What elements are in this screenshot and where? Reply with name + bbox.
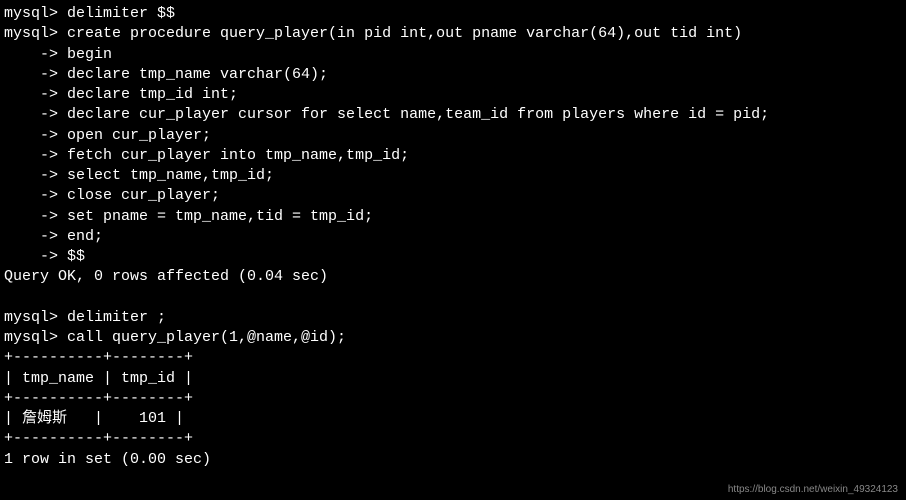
table-row: | 詹姆斯 | 101 | (4, 409, 906, 429)
cont-prompt: -> (4, 66, 67, 83)
prompt: mysql> (4, 5, 67, 22)
terminal-line[interactable]: -> fetch cur_player into tmp_name,tmp_id… (4, 146, 906, 166)
terminal-line[interactable]: -> begin (4, 45, 906, 65)
prompt: mysql> (4, 25, 67, 42)
command-text: declare tmp_name varchar(64); (67, 66, 328, 83)
terminal-line[interactable]: -> set pname = tmp_name,tid = tmp_id; (4, 207, 906, 227)
cont-prompt: -> (4, 248, 67, 265)
command-text: declare tmp_id int; (67, 86, 238, 103)
cont-prompt: -> (4, 147, 67, 164)
query-ok: Query OK, 0 rows affected (0.04 sec) (4, 268, 328, 285)
command-text: close cur_player; (67, 187, 220, 204)
watermark: https://blog.csdn.net/weixin_49324123 (728, 483, 898, 497)
terminal-line[interactable]: -> $$ (4, 247, 906, 267)
cont-prompt: -> (4, 167, 67, 184)
prompt: mysql> (4, 309, 67, 326)
command-text: fetch cur_player into tmp_name,tmp_id; (67, 147, 409, 164)
table-header: | tmp_name | tmp_id | (4, 369, 906, 389)
prompt: mysql> (4, 329, 67, 346)
command-text: create procedure query_player(in pid int… (67, 25, 742, 42)
command-text: declare cur_player cursor for select nam… (67, 106, 769, 123)
terminal-line[interactable]: mysql> delimiter $$ (4, 4, 906, 24)
cont-prompt: -> (4, 86, 67, 103)
cont-prompt: -> (4, 208, 67, 225)
table-border: +----------+--------+ (4, 348, 906, 368)
result-line: Query OK, 0 rows affected (0.04 sec) (4, 267, 906, 287)
terminal-line[interactable]: -> declare tmp_name varchar(64); (4, 65, 906, 85)
command-text: set pname = tmp_name,tid = tmp_id; (67, 208, 373, 225)
command-text: begin (67, 46, 112, 63)
cont-prompt: -> (4, 106, 67, 123)
command-text: delimiter ; (67, 309, 166, 326)
terminal-line[interactable]: -> declare tmp_id int; (4, 85, 906, 105)
command-text: delimiter $$ (67, 5, 175, 22)
terminal-line[interactable]: mysql> delimiter ; (4, 308, 906, 328)
command-text: end; (67, 228, 103, 245)
cont-prompt: -> (4, 228, 67, 245)
cont-prompt: -> (4, 127, 67, 144)
row-count: 1 row in set (0.00 sec) (4, 450, 906, 470)
table-border: +----------+--------+ (4, 429, 906, 449)
terminal-line[interactable]: -> close cur_player; (4, 186, 906, 206)
table-border: +----------+--------+ (4, 389, 906, 409)
terminal-line[interactable]: mysql> create procedure query_player(in … (4, 24, 906, 44)
command-text: open cur_player; (67, 127, 211, 144)
terminal-line[interactable]: -> end; (4, 227, 906, 247)
cont-prompt: -> (4, 187, 67, 204)
terminal-line[interactable]: -> open cur_player; (4, 126, 906, 146)
terminal-line[interactable]: -> select tmp_name,tmp_id; (4, 166, 906, 186)
terminal-line[interactable]: mysql> call query_player(1,@name,@id); (4, 328, 906, 348)
terminal-line[interactable]: -> declare cur_player cursor for select … (4, 105, 906, 125)
cont-prompt: -> (4, 46, 67, 63)
command-text: call query_player(1,@name,@id); (67, 329, 346, 346)
command-text: $$ (67, 248, 85, 265)
blank-line (4, 288, 906, 308)
command-text: select tmp_name,tmp_id; (67, 167, 274, 184)
